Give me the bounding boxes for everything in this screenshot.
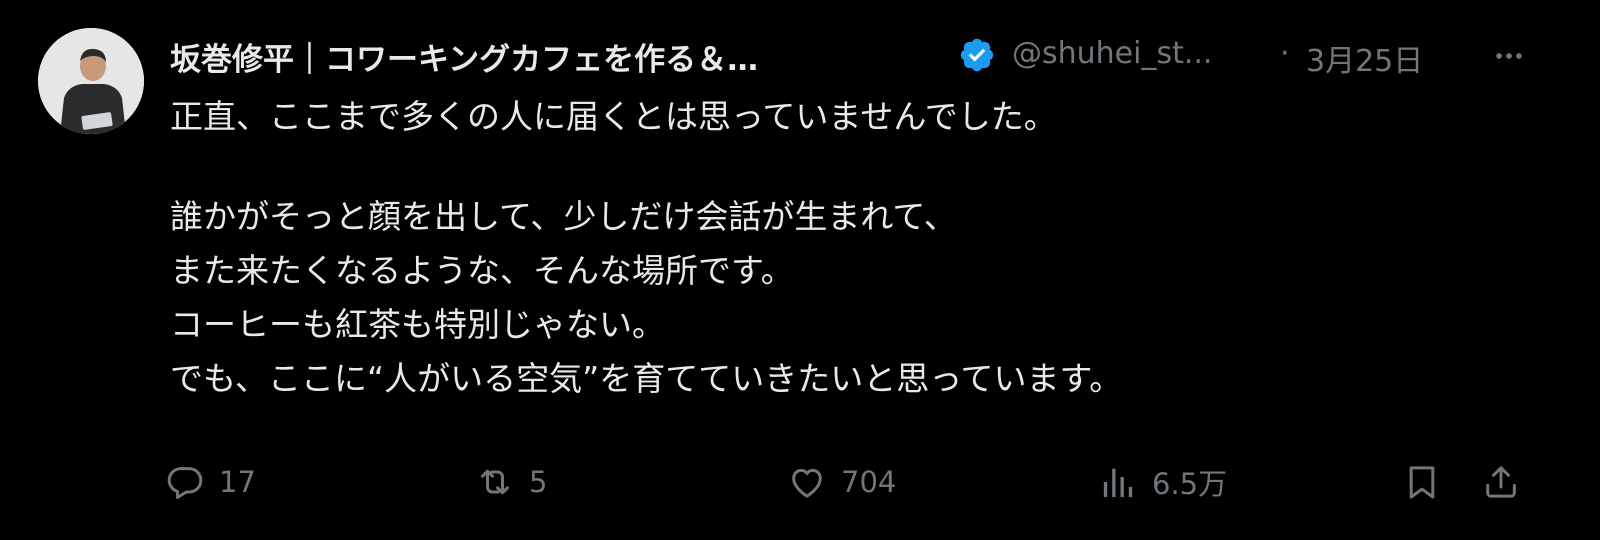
ellipsis-icon[interactable] [1487,36,1531,76]
share-button[interactable] [1481,455,1521,509]
tweet-actions: 17 5 704 6.5万 [165,455,1545,509]
verified-badge-icon [958,36,996,74]
retweet-button[interactable]: 5 [475,455,547,509]
avatar[interactable] [38,28,144,134]
like-count: 704 [841,465,897,499]
author-handle[interactable]: @shuhei_st... [1012,36,1212,71]
tweet-text-line: 誰かがそっと顔を出して、少しだけ会話が生まれて、 [170,197,957,236]
retweet-icon [481,469,509,495]
views-icon [1103,468,1133,497]
bookmark-button[interactable] [1402,455,1442,509]
like-button[interactable]: 704 [787,455,896,509]
tweet-text-line: コーヒーも紅茶も特別じゃない。 [170,305,665,344]
header-separator: · [1280,36,1290,71]
avatar-image [38,28,144,134]
tweet-text-line: 正直、ここまで多くの人に届くとは思っていませんでした。 [170,97,1057,136]
tweet-text: 正直、ここまで多くの人に届くとは思っていませんでした。 誰かがそっと顔を出して、… [170,90,1550,406]
views-button[interactable]: 6.5万 [1098,455,1227,509]
share-icon [1486,466,1516,498]
tweet[interactable]: 坂巻修平｜コワーキングカフェを作る＆… @shuhei_st... · 3月25… [0,0,1600,540]
reply-count: 17 [219,465,256,499]
reply-button[interactable]: 17 [165,455,256,509]
bookmark-icon [1409,466,1435,499]
tweet-text-line: でも、ここに“人がいる空気”を育てていきたいと思っています。 [170,359,1123,398]
views-count: 6.5万 [1152,467,1228,501]
tweet-text-line: また来たくなるような、そんな場所です。 [170,251,794,290]
retweet-count: 5 [529,465,548,499]
heart-icon [792,468,822,498]
tweet-header: 坂巻修平｜コワーキングカフェを作る＆… @shuhei_st... · 3月25… [170,30,1560,82]
tweet-date[interactable]: 3月25日 [1306,36,1423,80]
display-name[interactable]: 坂巻修平｜コワーキングカフェを作る＆… [170,34,758,79]
reply-icon [167,467,203,499]
